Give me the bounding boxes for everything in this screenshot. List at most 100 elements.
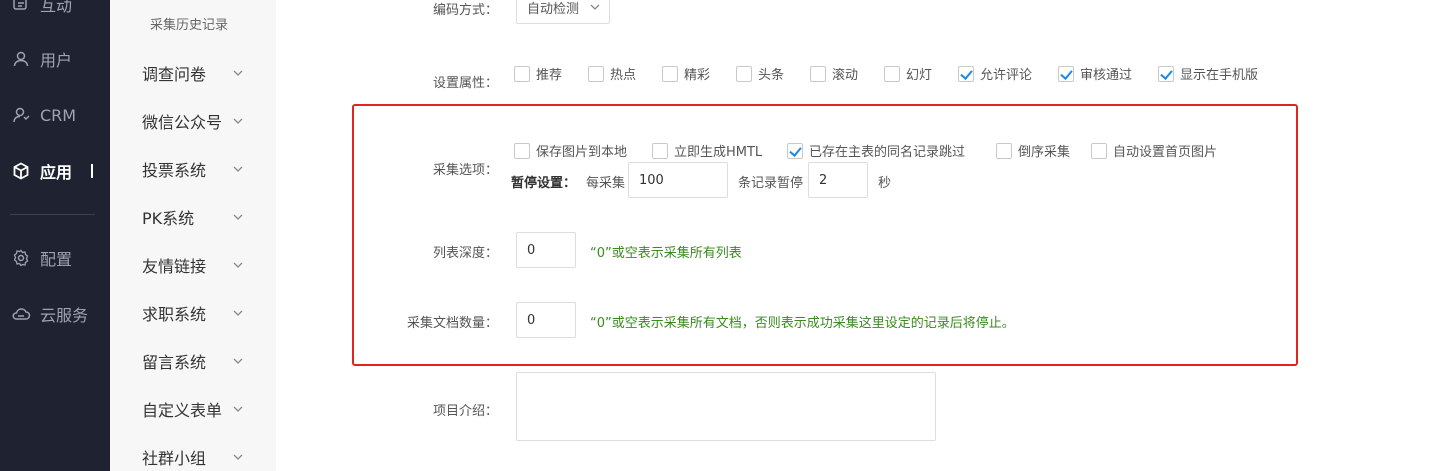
submenu-item-vote[interactable]: 投票系统 [110, 149, 276, 189]
checkbox-box[interactable] [996, 142, 1012, 159]
submenu-item-label: 留言系统 [142, 353, 207, 372]
checkbox-label: 允许评论 [980, 68, 1033, 83]
checkbox-box[interactable] [514, 142, 530, 159]
chevron-down-icon [233, 166, 243, 172]
skip-duplicate-checkbox[interactable]: 已存在主表的同名记录跳过 [787, 141, 965, 160]
user-icon [11, 49, 31, 69]
checkbox-label: 热点 [610, 68, 637, 83]
save-images-checkbox[interactable]: 保存图片到本地 [514, 141, 627, 160]
pause-seconds-input[interactable]: 2 [808, 162, 868, 198]
nav-item-config[interactable]: 配置 [0, 238, 110, 278]
cloud-icon [11, 304, 31, 324]
intro-label: 项目介绍： [432, 404, 498, 419]
checkbox-label: 已存在主表的同名记录跳过 [809, 145, 966, 160]
generate-html-checkbox[interactable]: 立即生成HMTL [652, 141, 762, 160]
attr-allow-comments-checkbox[interactable]: 允许评论 [958, 64, 1032, 83]
checkbox-box[interactable] [884, 65, 900, 82]
nav-item-app[interactable]: 应用 [0, 151, 110, 191]
interaction-icon [11, 0, 31, 14]
submenu-item-label: 投票系统 [142, 161, 207, 180]
submenu-item-pk[interactable]: PK系统 [110, 197, 276, 237]
submenu-item-jobs[interactable]: 求职系统 [110, 293, 276, 333]
auto-cover-checkbox[interactable]: 自动设置首页图片 [1091, 141, 1217, 160]
collect-options-label: 采集选项： [432, 163, 498, 178]
nav-item-cloud[interactable]: 云服务 [0, 294, 110, 334]
nav-item-label: 互动 [40, 0, 73, 15]
checkbox-label: 立即生成HMTL [674, 145, 763, 160]
submenu-item-links[interactable]: 友情链接 [110, 245, 276, 285]
checkbox-box[interactable] [588, 65, 604, 82]
pause-count-input[interactable]: 100 [628, 162, 728, 198]
attr-recommend-checkbox[interactable]: 推荐 [514, 64, 562, 83]
chevron-down-icon [590, 4, 600, 10]
checkbox-box[interactable] [514, 65, 530, 82]
encoding-label: 编码方式： [432, 3, 498, 18]
checkbox-box[interactable] [652, 142, 668, 159]
chevron-down-icon [233, 406, 243, 412]
chevron-down-icon [233, 358, 243, 364]
checkbox-label: 推荐 [536, 68, 563, 83]
checkbox-label: 保存图片到本地 [536, 145, 628, 160]
pause-title-text: 暂停设置： [511, 176, 577, 191]
checkbox-label: 精彩 [684, 68, 711, 83]
list-depth-input[interactable]: 0 [516, 232, 576, 268]
main-nav: 互动 用户 CRM 应用 配置 云服务 [0, 0, 110, 471]
submenu-item-label: 友情链接 [142, 257, 207, 276]
checkbox-box[interactable] [662, 65, 678, 82]
submenu-item-history[interactable]: 采集历史记录 [150, 14, 228, 33]
nav-item-label: 配置 [40, 250, 73, 269]
doc-count-hint: “0”或空表示采集所有文档，否则表示成功采集这里设定的记录后将停止。 [590, 316, 1015, 331]
attr-featured-checkbox[interactable]: 精彩 [662, 64, 710, 83]
list-depth-label: 列表深度： [432, 246, 498, 261]
app-cube-icon [11, 161, 31, 181]
attr-hot-checkbox[interactable]: 热点 [588, 64, 636, 83]
chevron-down-icon [233, 454, 243, 460]
encoding-select[interactable]: 自动检测 [516, 0, 610, 24]
checkbox-label: 倒序采集 [1018, 145, 1071, 160]
pause-prefix: 每采集 [586, 176, 626, 191]
submenu: 采集历史记录 调查问卷 微信公众号 投票系统 PK系统 友情链接 求职系统 留言… [110, 0, 276, 471]
attr-slideshow-checkbox[interactable]: 幻灯 [884, 64, 932, 83]
encoding-value: 自动检测 [527, 1, 580, 17]
submenu-item-label: 求职系统 [142, 305, 207, 324]
checkbox-label: 审核通过 [1080, 68, 1133, 83]
submenu-item-guestbook[interactable]: 留言系统 [110, 341, 276, 381]
nav-item-interaction[interactable]: 互动 [0, 0, 110, 24]
pause-suffix: 秒 [878, 176, 892, 191]
submenu-item-custom-form[interactable]: 自定义表单 [110, 389, 276, 429]
checkbox-box[interactable] [1058, 65, 1074, 82]
reverse-order-checkbox[interactable]: 倒序采集 [996, 141, 1070, 160]
checkbox-label: 幻灯 [906, 68, 933, 83]
submenu-item-label: 自定义表单 [142, 401, 223, 420]
active-indicator [91, 164, 93, 178]
checkbox-label: 滚动 [832, 68, 859, 83]
intro-textarea[interactable] [516, 372, 936, 441]
submenu-item-survey[interactable]: 调查问卷 [110, 53, 276, 93]
attr-headline-checkbox[interactable]: 头条 [736, 64, 784, 83]
submenu-item-wechat[interactable]: 微信公众号 [110, 101, 276, 141]
pause-title: 暂停设置： [511, 172, 576, 191]
nav-item-label: 用户 [40, 51, 73, 70]
checkbox-box[interactable] [787, 142, 803, 159]
submenu-item-label: 调查问卷 [142, 65, 207, 84]
nav-divider [10, 214, 95, 215]
chevron-down-icon [233, 214, 243, 220]
attr-approved-checkbox[interactable]: 审核通过 [1058, 64, 1132, 83]
submenu-item-label: 微信公众号 [142, 113, 223, 132]
checkbox-box[interactable] [1091, 142, 1107, 159]
gear-icon [11, 248, 31, 268]
checkbox-box[interactable] [1158, 65, 1174, 82]
nav-item-label: CRM [40, 105, 77, 125]
nav-item-crm[interactable]: CRM [0, 95, 110, 135]
checkbox-box[interactable] [810, 65, 826, 82]
doc-count-input[interactable]: 0 [516, 302, 576, 338]
checkbox-box[interactable] [736, 65, 752, 82]
checkbox-box[interactable] [958, 65, 974, 82]
attr-scroll-checkbox[interactable]: 滚动 [810, 64, 858, 83]
attr-mobile-checkbox[interactable]: 显示在手机版 [1158, 64, 1258, 83]
doc-count-label: 采集文档数量： [406, 316, 498, 331]
checkbox-label: 自动设置首页图片 [1113, 145, 1218, 160]
nav-item-label: 应用 [40, 163, 73, 182]
nav-item-user[interactable]: 用户 [0, 39, 110, 79]
submenu-item-group[interactable]: 社群小组 [110, 437, 276, 471]
